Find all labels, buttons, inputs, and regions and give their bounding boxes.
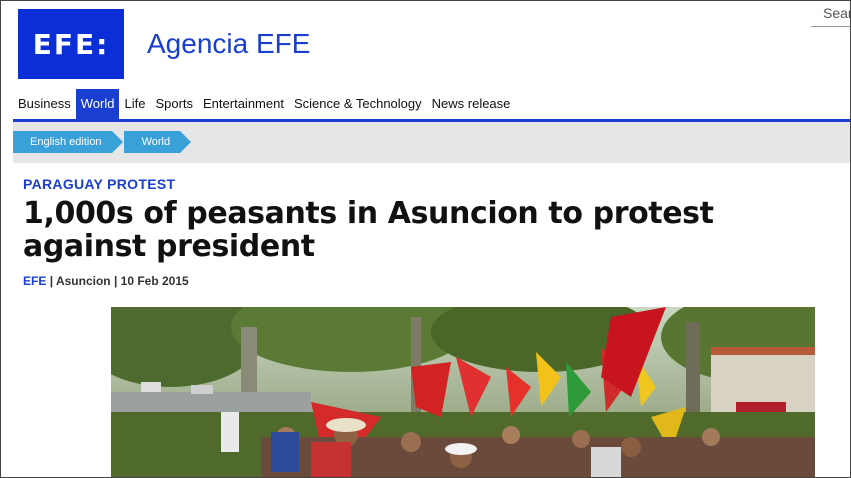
brand-title[interactable]: Agencia EFE — [147, 28, 310, 60]
breadcrumb-world[interactable]: World — [123, 131, 191, 153]
article-photo[interactable] — [111, 307, 815, 477]
main-nav: Business World Life Sports Entertainment… — [13, 89, 850, 119]
byline-separator: | — [49, 274, 54, 288]
nav-item-news-release[interactable]: News release — [427, 89, 516, 119]
nav-item-science-technology[interactable]: Science & Technology — [289, 89, 427, 119]
nav-item-business[interactable]: Business — [13, 89, 76, 119]
article-headline: 1,000s of peasants in Asuncion to protes… — [23, 196, 714, 264]
page-frame: EFE: Agencia EFE Sear Business World Lif… — [0, 0, 851, 478]
breadcrumb-english-edition[interactable]: English edition — [13, 131, 123, 153]
byline-separator: | — [113, 274, 118, 288]
article-kicker[interactable]: PARAGUAY PROTEST — [23, 176, 175, 192]
article-byline: EFE | Asuncion | 10 Feb 2015 — [23, 274, 189, 288]
efe-logo[interactable]: EFE: — [18, 9, 124, 79]
nav-item-sports[interactable]: Sports — [150, 89, 198, 119]
logo-text: EFE: — [32, 27, 110, 61]
breadcrumb: English edition World — [13, 131, 192, 153]
byline-agency[interactable]: EFE — [23, 274, 46, 288]
nav-item-world[interactable]: World — [75, 89, 120, 119]
protest-photo-illustration — [111, 307, 815, 477]
byline-location: Asuncion — [55, 274, 111, 288]
nav-item-life[interactable]: Life — [119, 89, 150, 119]
search-input[interactable]: Sear — [811, 1, 850, 27]
byline-date: 10 Feb 2015 — [120, 274, 189, 288]
nav-item-entertainment[interactable]: Entertainment — [198, 89, 289, 119]
